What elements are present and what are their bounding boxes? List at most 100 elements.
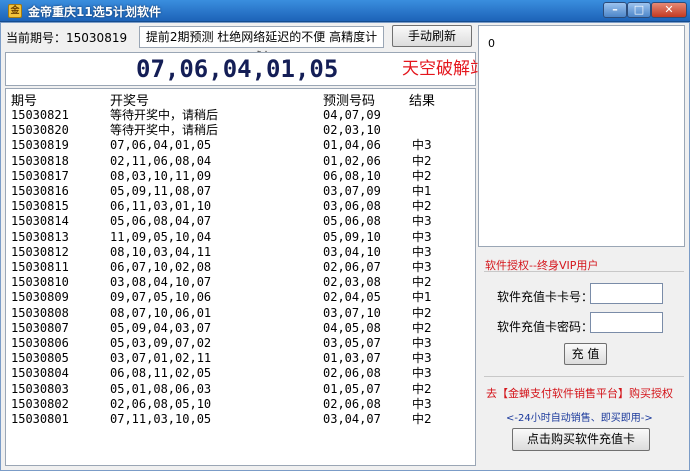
cell-draw: 等待开奖中，请稍后: [110, 123, 219, 138]
cell-result: 中3: [412, 366, 432, 381]
cell-draw: 06,07,10,02,08: [110, 260, 212, 274]
prediction-table[interactable]: 期号 开奖号 预测号码 结果 15030821 等待开奖中，请稍后 04,07,09…: [5, 88, 476, 466]
table-row[interactable]: 15030806 05,03,09,07,02 03,05,07 中3: [6, 336, 475, 351]
table-row[interactable]: 15030808 08,07,10,06,01 03,07,10 中2: [6, 306, 475, 321]
cell-draw: 03,07,01,02,11: [110, 351, 212, 366]
table-row[interactable]: 15030809 09,07,05,10,06 02,04,05 中1: [6, 290, 475, 305]
table-row[interactable]: 15030805 03,07,01,02,11 01,03,07 中3: [6, 351, 475, 366]
cell-period: 15030807: [11, 320, 69, 335]
cell-prediction: 05,09,10: [323, 229, 381, 244]
manual-refresh-button[interactable]: 手动刷新: [392, 25, 472, 47]
cell-result: 中1: [412, 184, 432, 198]
cell-prediction: 03,05,07: [323, 336, 381, 350]
table-row[interactable]: 15030814 05,06,08,04,07 05,06,08 中3: [6, 214, 475, 229]
cell-draw: 09,07,05,10,06: [110, 290, 212, 305]
cell-result: 中3: [412, 336, 432, 350]
cell-prediction: 02,03,08: [323, 275, 381, 290]
table-row[interactable]: 15030816 05,09,11,08,07 03,07,09 中1: [6, 184, 475, 199]
cell-result: 中3: [412, 351, 432, 366]
cell-period: 15030808: [11, 305, 69, 320]
app-icon: 金: [8, 4, 22, 18]
table-row[interactable]: 15030812 08,10,03,04,11 03,04,10 中3: [6, 245, 475, 260]
log-panel[interactable]: 0: [478, 25, 685, 247]
cell-draw: 06,08,11,02,05: [110, 366, 212, 381]
close-button[interactable]: ✕: [651, 2, 687, 18]
table-row[interactable]: 15030818 02,11,06,08,04 01,02,06 中2: [6, 154, 475, 169]
table-row[interactable]: 15030820 等待开奖中，请稍后 02,03,10: [6, 123, 475, 138]
card-number-label: 软件充值卡卡号：: [497, 290, 594, 304]
card-number-input[interactable]: [590, 283, 663, 304]
current-issue-label: 当前期号：: [6, 31, 67, 45]
purchase-link[interactable]: 去【金蝉支付软件销售平台】购买授权: [486, 385, 673, 401]
cell-draw: 06,11,03,01,10: [110, 199, 212, 214]
header-result: 结果: [409, 94, 436, 109]
table-row[interactable]: 15030803 05,01,08,06,03 01,05,07 中2: [6, 382, 475, 397]
cell-draw: 07,06,04,01,05: [110, 138, 212, 153]
title-bar[interactable]: 金 金帝重庆11选5计划软件 – □ ✕: [0, 0, 690, 22]
cell-result: 中3: [412, 138, 432, 153]
table-row[interactable]: 15030810 03,08,04,10,07 02,03,08 中2: [6, 275, 475, 290]
table-row[interactable]: 15030817 08,03,10,11,09 06,08,10 中2: [6, 169, 475, 184]
card-password-input[interactable]: [590, 312, 663, 333]
cell-period: 15030820: [11, 123, 69, 138]
cell-result: 中2: [412, 305, 432, 320]
cell-draw: 08,07,10,06,01: [110, 305, 212, 320]
cell-period: 15030821: [11, 108, 69, 122]
table-row[interactable]: 15030813 11,09,05,10,04 05,09,10 中3: [6, 230, 475, 245]
table-row[interactable]: 15030815 06,11,03,01,10 03,06,08 中2: [6, 199, 475, 214]
cell-result: 中2: [412, 412, 432, 426]
cell-period: 15030814: [11, 214, 69, 229]
cell-result: 中2: [412, 275, 432, 290]
cell-prediction: 05,06,08: [323, 214, 381, 229]
cell-draw: 02,11,06,08,04: [110, 153, 212, 168]
cell-prediction: 03,04,10: [323, 244, 381, 259]
cell-prediction: 03,06,08: [323, 199, 381, 214]
current-issue: 当前期号：15030819: [6, 29, 127, 46]
table-row[interactable]: 15030821 等待开奖中，请稍后 04,07,09: [6, 108, 475, 123]
cell-result: 中2: [412, 153, 432, 168]
recharge-button[interactable]: 充 值: [564, 343, 607, 365]
table-row[interactable]: 15030802 02,06,08,05,10 02,06,08 中3: [6, 397, 475, 412]
minimize-button[interactable]: –: [603, 2, 627, 18]
cell-result: 中3: [412, 214, 432, 229]
maximize-button[interactable]: □: [627, 2, 651, 18]
header-draw: 开奖号: [110, 94, 150, 109]
cell-result: 中1: [412, 290, 432, 305]
cell-prediction: 01,03,07: [323, 351, 381, 366]
cell-period: 15030805: [11, 351, 69, 366]
cell-prediction: 01,04,06: [323, 138, 381, 153]
cell-draw: 07,11,03,10,05: [110, 412, 212, 426]
cell-draw: 11,09,05,10,04: [110, 229, 212, 244]
cell-draw: 05,01,08,06,03: [110, 381, 212, 396]
cell-result: 中2: [412, 320, 432, 335]
cell-period: 15030810: [11, 275, 69, 290]
cell-draw: 05,09,04,03,07: [110, 320, 212, 335]
cell-prediction: 03,07,10: [323, 305, 381, 320]
header-prediction: 预测号码: [323, 94, 376, 109]
cell-result: 中3: [412, 396, 432, 411]
cell-period: 15030806: [11, 336, 69, 350]
table-row[interactable]: 15030801 07,11,03,10,05 03,04,07 中2: [6, 412, 475, 427]
buy-card-button[interactable]: 点击购买软件充值卡: [512, 428, 650, 451]
cell-prediction: 02,06,07: [323, 260, 381, 274]
header-period: 期号: [11, 94, 38, 109]
cell-result: 中2: [412, 381, 432, 396]
cell-period: 15030804: [11, 366, 69, 381]
cell-prediction: 02,06,08: [323, 366, 381, 381]
sale-note: <-24小时自动销售、即买即用->: [506, 413, 653, 424]
cell-result: 中3: [412, 229, 432, 244]
cell-draw: 03,08,04,10,07: [110, 275, 212, 290]
auth-divider: [484, 271, 684, 272]
table-row[interactable]: 15030819 07,06,04,01,05 01,04,06 中3: [6, 138, 475, 153]
table-row[interactable]: 15030811 06,07,10,02,08 02,06,07 中3: [6, 260, 475, 275]
card-password-label: 软件充值卡密码：: [497, 320, 594, 334]
cell-result: 中2: [412, 168, 432, 183]
latest-draw-banner: 07,06,04,01,05 天空破解站 WWW.SKYPJ.COM: [5, 52, 639, 86]
cell-draw: 05,09,11,08,07: [110, 184, 212, 198]
table-row[interactable]: 15030807 05,09,04,03,07 04,05,08 中2: [6, 321, 475, 336]
cell-draw: 08,03,10,11,09: [110, 168, 212, 183]
cell-period: 15030802: [11, 396, 69, 411]
cell-draw: 02,06,08,05,10: [110, 396, 212, 411]
cell-period: 15030818: [11, 153, 69, 168]
table-row[interactable]: 15030804 06,08,11,02,05 02,06,08 中3: [6, 366, 475, 381]
